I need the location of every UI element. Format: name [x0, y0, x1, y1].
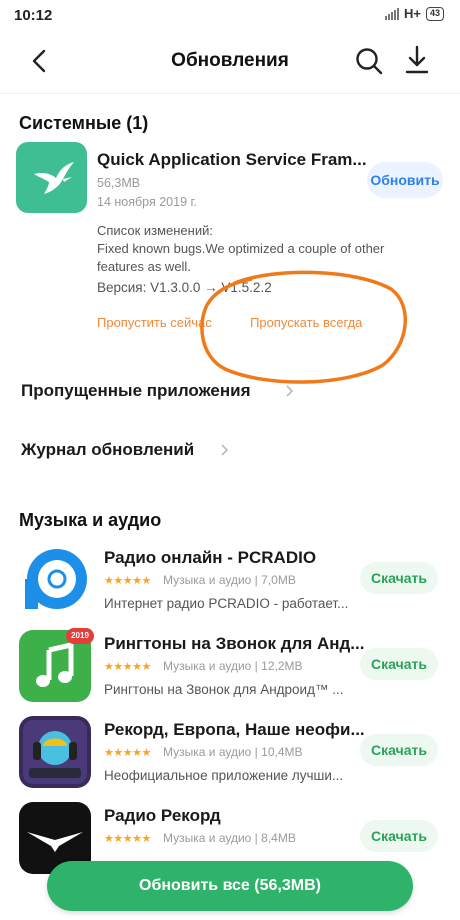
changelog: Список изменений: Fixed known bugs.We op…	[97, 222, 427, 276]
download-button[interactable]: Скачать	[360, 820, 438, 852]
system-app-date: 14 ноября 2019 г.	[97, 195, 197, 209]
app-description: Интернет радио PCRADIO - работает...	[104, 596, 349, 611]
search-icon[interactable]	[354, 46, 384, 76]
system-app-name[interactable]: Quick Application Service Fram...	[97, 150, 367, 170]
update-button[interactable]: Обновить	[367, 162, 443, 198]
version-info: Версия: V1.3.0.0 → V1.5.2.2	[97, 280, 272, 295]
skipped-apps-link[interactable]: Пропущенные приложения	[21, 381, 251, 401]
changelog-title: Список изменений:	[97, 223, 213, 238]
download-button[interactable]: Скачать	[360, 562, 438, 594]
skip-always-button[interactable]: Пропускать всегда	[250, 315, 362, 330]
app-category: Музыка и аудио	[163, 745, 252, 759]
download-button[interactable]: Скачать	[360, 648, 438, 680]
rating-stars: ★★★★★	[104, 661, 151, 673]
system-section-title: Системные (1)	[19, 113, 149, 133]
pcradio-icon[interactable]	[19, 543, 91, 615]
page-title: Обновления	[171, 50, 289, 71]
rating-stars: ★★★★★	[104, 747, 151, 759]
download-button[interactable]: Скачать	[360, 734, 438, 766]
record-europe-icon[interactable]	[19, 716, 91, 788]
skip-now-button[interactable]: Пропустить сейчас	[97, 315, 212, 330]
header-divider	[0, 93, 460, 94]
update-journal-link[interactable]: Журнал обновлений	[21, 440, 194, 460]
pcradio-logo-icon	[25, 549, 87, 609]
status-indicators: H+ 43	[385, 6, 444, 21]
app-size: 12,2MB	[261, 659, 303, 673]
rating-stars: ★★★★★	[104, 833, 151, 845]
app-name[interactable]: Радио онлайн - PCRADIO	[104, 548, 316, 568]
app-name[interactable]: Рингтоны на Звонок для Анд...	[104, 634, 364, 654]
app-size: 7,0MB	[261, 573, 296, 587]
top-app-bar: Обновления	[0, 32, 460, 92]
app-size: 10,4MB	[261, 745, 303, 759]
app-meta: Музыка и аудио | 10,4MB	[163, 745, 303, 759]
network-type: H+	[404, 6, 421, 21]
system-app-size: 56,3MB	[97, 176, 141, 190]
chevron-right-icon	[221, 444, 229, 456]
app-category: Музыка и аудио	[163, 659, 252, 673]
chevron-right-icon	[286, 385, 294, 397]
app-description: Рингтоны на Звонок для Андроид™ ...	[104, 682, 344, 697]
year-badge: 2019	[66, 628, 94, 644]
app-meta: Музыка и аудио | 8,4MB	[163, 831, 296, 845]
app-meta: Музыка и аудио | 7,0MB	[163, 573, 296, 587]
battery-icon: 43	[425, 6, 444, 21]
signal-icon	[385, 7, 399, 20]
headphones-skull-icon	[23, 720, 87, 784]
update-all-button[interactable]: Обновить все (56,3MB)	[47, 861, 413, 911]
hummingbird-icon	[34, 162, 74, 194]
quick-app-service-icon[interactable]	[16, 142, 87, 213]
app-meta: Музыка и аудио | 12,2MB	[163, 659, 303, 673]
app-description: Неофициальное приложение лучши...	[104, 768, 344, 783]
app-category: Музыка и аудио	[163, 831, 252, 845]
status-bar: 10:12 H+ 43	[0, 0, 460, 30]
download-icon[interactable]	[402, 44, 432, 76]
app-name[interactable]: Радио Рекорд	[104, 806, 221, 826]
status-time: 10:12	[14, 7, 53, 24]
rating-stars: ★★★★★	[104, 575, 151, 587]
app-size: 8,4MB	[261, 831, 296, 845]
changelog-text: Fixed known bugs.We optimized a couple o…	[97, 241, 385, 274]
app-category: Музыка и аудио	[163, 573, 252, 587]
music-section-title: Музыка и аудио	[19, 510, 162, 530]
app-name[interactable]: Рекорд, Европа, Наше неофи...	[104, 720, 365, 740]
